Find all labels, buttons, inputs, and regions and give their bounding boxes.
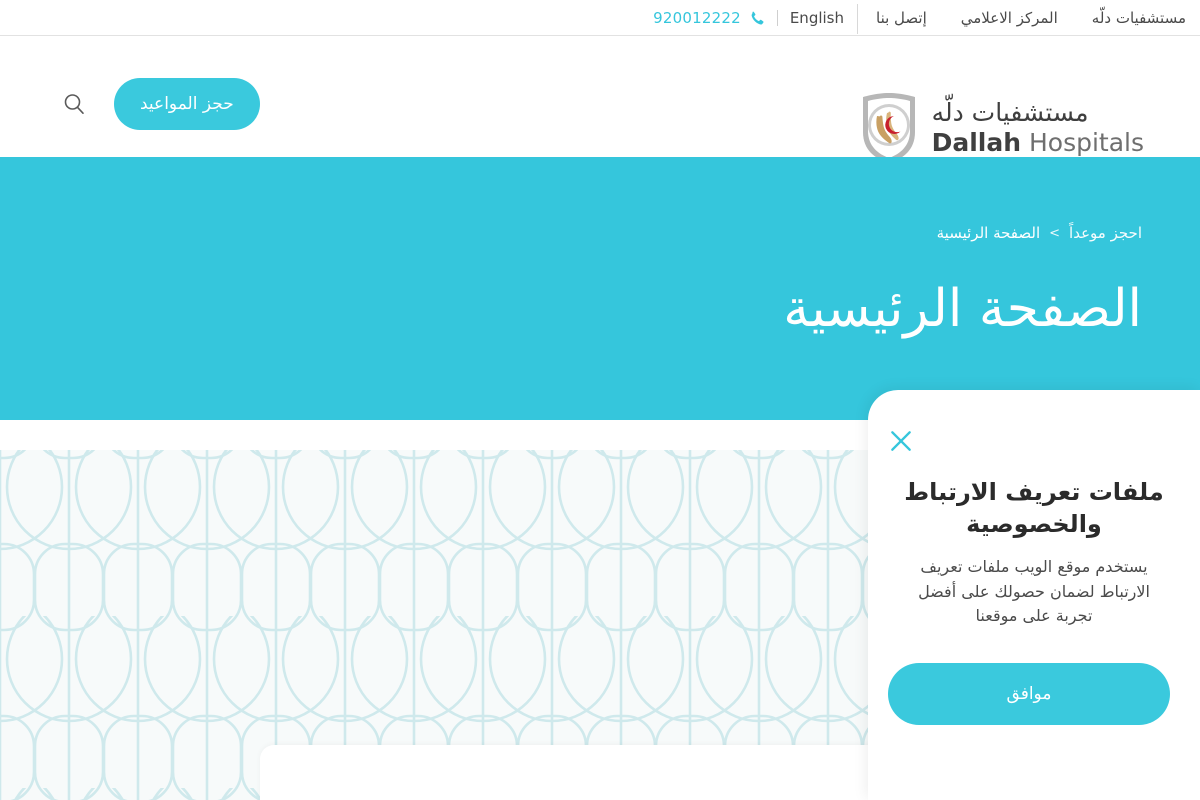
logo-arabic-text: مستشفيات دلّه bbox=[931, 98, 1089, 128]
logo-english-bold: Dallah bbox=[931, 128, 1022, 158]
top-utility-bar: مستشفيات دلّه المركز الاعلامي إتصل بنا E… bbox=[0, 0, 1200, 36]
cookie-dialog-description: يستخدم موقع الويب ملفات تعريف الارتباط ل… bbox=[918, 556, 1150, 626]
top-navigation: مستشفيات دلّه المركز الاعلامي إتصل بنا bbox=[858, 0, 1186, 36]
close-icon bbox=[888, 428, 914, 454]
book-appointment-button[interactable]: حجز المواعيد bbox=[114, 78, 260, 130]
breadcrumb-item-home: الصفحة الرئيسية bbox=[936, 224, 1041, 242]
topnav-link-hospitals[interactable]: مستشفيات دلّه bbox=[1092, 0, 1186, 36]
page-root: مستشفيات دلّه المركز الاعلامي إتصل بنا E… bbox=[0, 0, 1200, 800]
topnav-link-contact-us[interactable]: إتصل بنا bbox=[876, 0, 927, 36]
language-switch-link[interactable]: English bbox=[790, 9, 844, 27]
logo-wordmark: مستشفيات دلّه Dallah Hospitals bbox=[932, 99, 1144, 157]
header-actions: حجز المواعيد bbox=[58, 78, 260, 130]
breadcrumb-separator-icon: > bbox=[1049, 225, 1061, 241]
content-card-panel bbox=[260, 745, 900, 800]
cookie-dialog-title: ملفات تعريف الارتباط والخصوصية bbox=[904, 478, 1164, 539]
breadcrumb-item-book-appointment[interactable]: احجز موعداً bbox=[1069, 224, 1142, 242]
search-icon bbox=[62, 92, 86, 116]
phone-icon bbox=[748, 10, 765, 27]
cookie-close-button[interactable] bbox=[882, 422, 920, 460]
phone-link[interactable]: 920012222 bbox=[653, 9, 765, 27]
search-button[interactable] bbox=[58, 88, 90, 120]
phone-number: 920012222 bbox=[653, 9, 741, 27]
topbar-divider bbox=[857, 4, 858, 34]
site-logo[interactable]: مستشفيات دلّه Dallah Hospitals bbox=[860, 92, 1144, 164]
logo-english-light: Hospitals bbox=[1028, 128, 1144, 158]
cookie-consent-dialog: ملفات تعريف الارتباط والخصوصية يستخدم مو… bbox=[868, 390, 1200, 800]
topbar-utility-group: English 920012222 bbox=[653, 0, 844, 36]
topnav-link-media-center[interactable]: المركز الاعلامي bbox=[961, 0, 1058, 36]
breadcrumb: احجز موعداً > الصفحة الرئيسية bbox=[937, 224, 1142, 242]
logo-english-text: Dallah Hospitals bbox=[932, 129, 1144, 157]
site-header: مستشفيات دلّه Dallah Hospitals حجز الموا… bbox=[0, 36, 1200, 163]
topbar-separator bbox=[776, 10, 778, 26]
logo-shield-icon bbox=[860, 92, 918, 164]
cookie-accept-button[interactable]: موافق bbox=[888, 663, 1170, 726]
page-title: الصفحة الرئيسية bbox=[783, 279, 1142, 339]
